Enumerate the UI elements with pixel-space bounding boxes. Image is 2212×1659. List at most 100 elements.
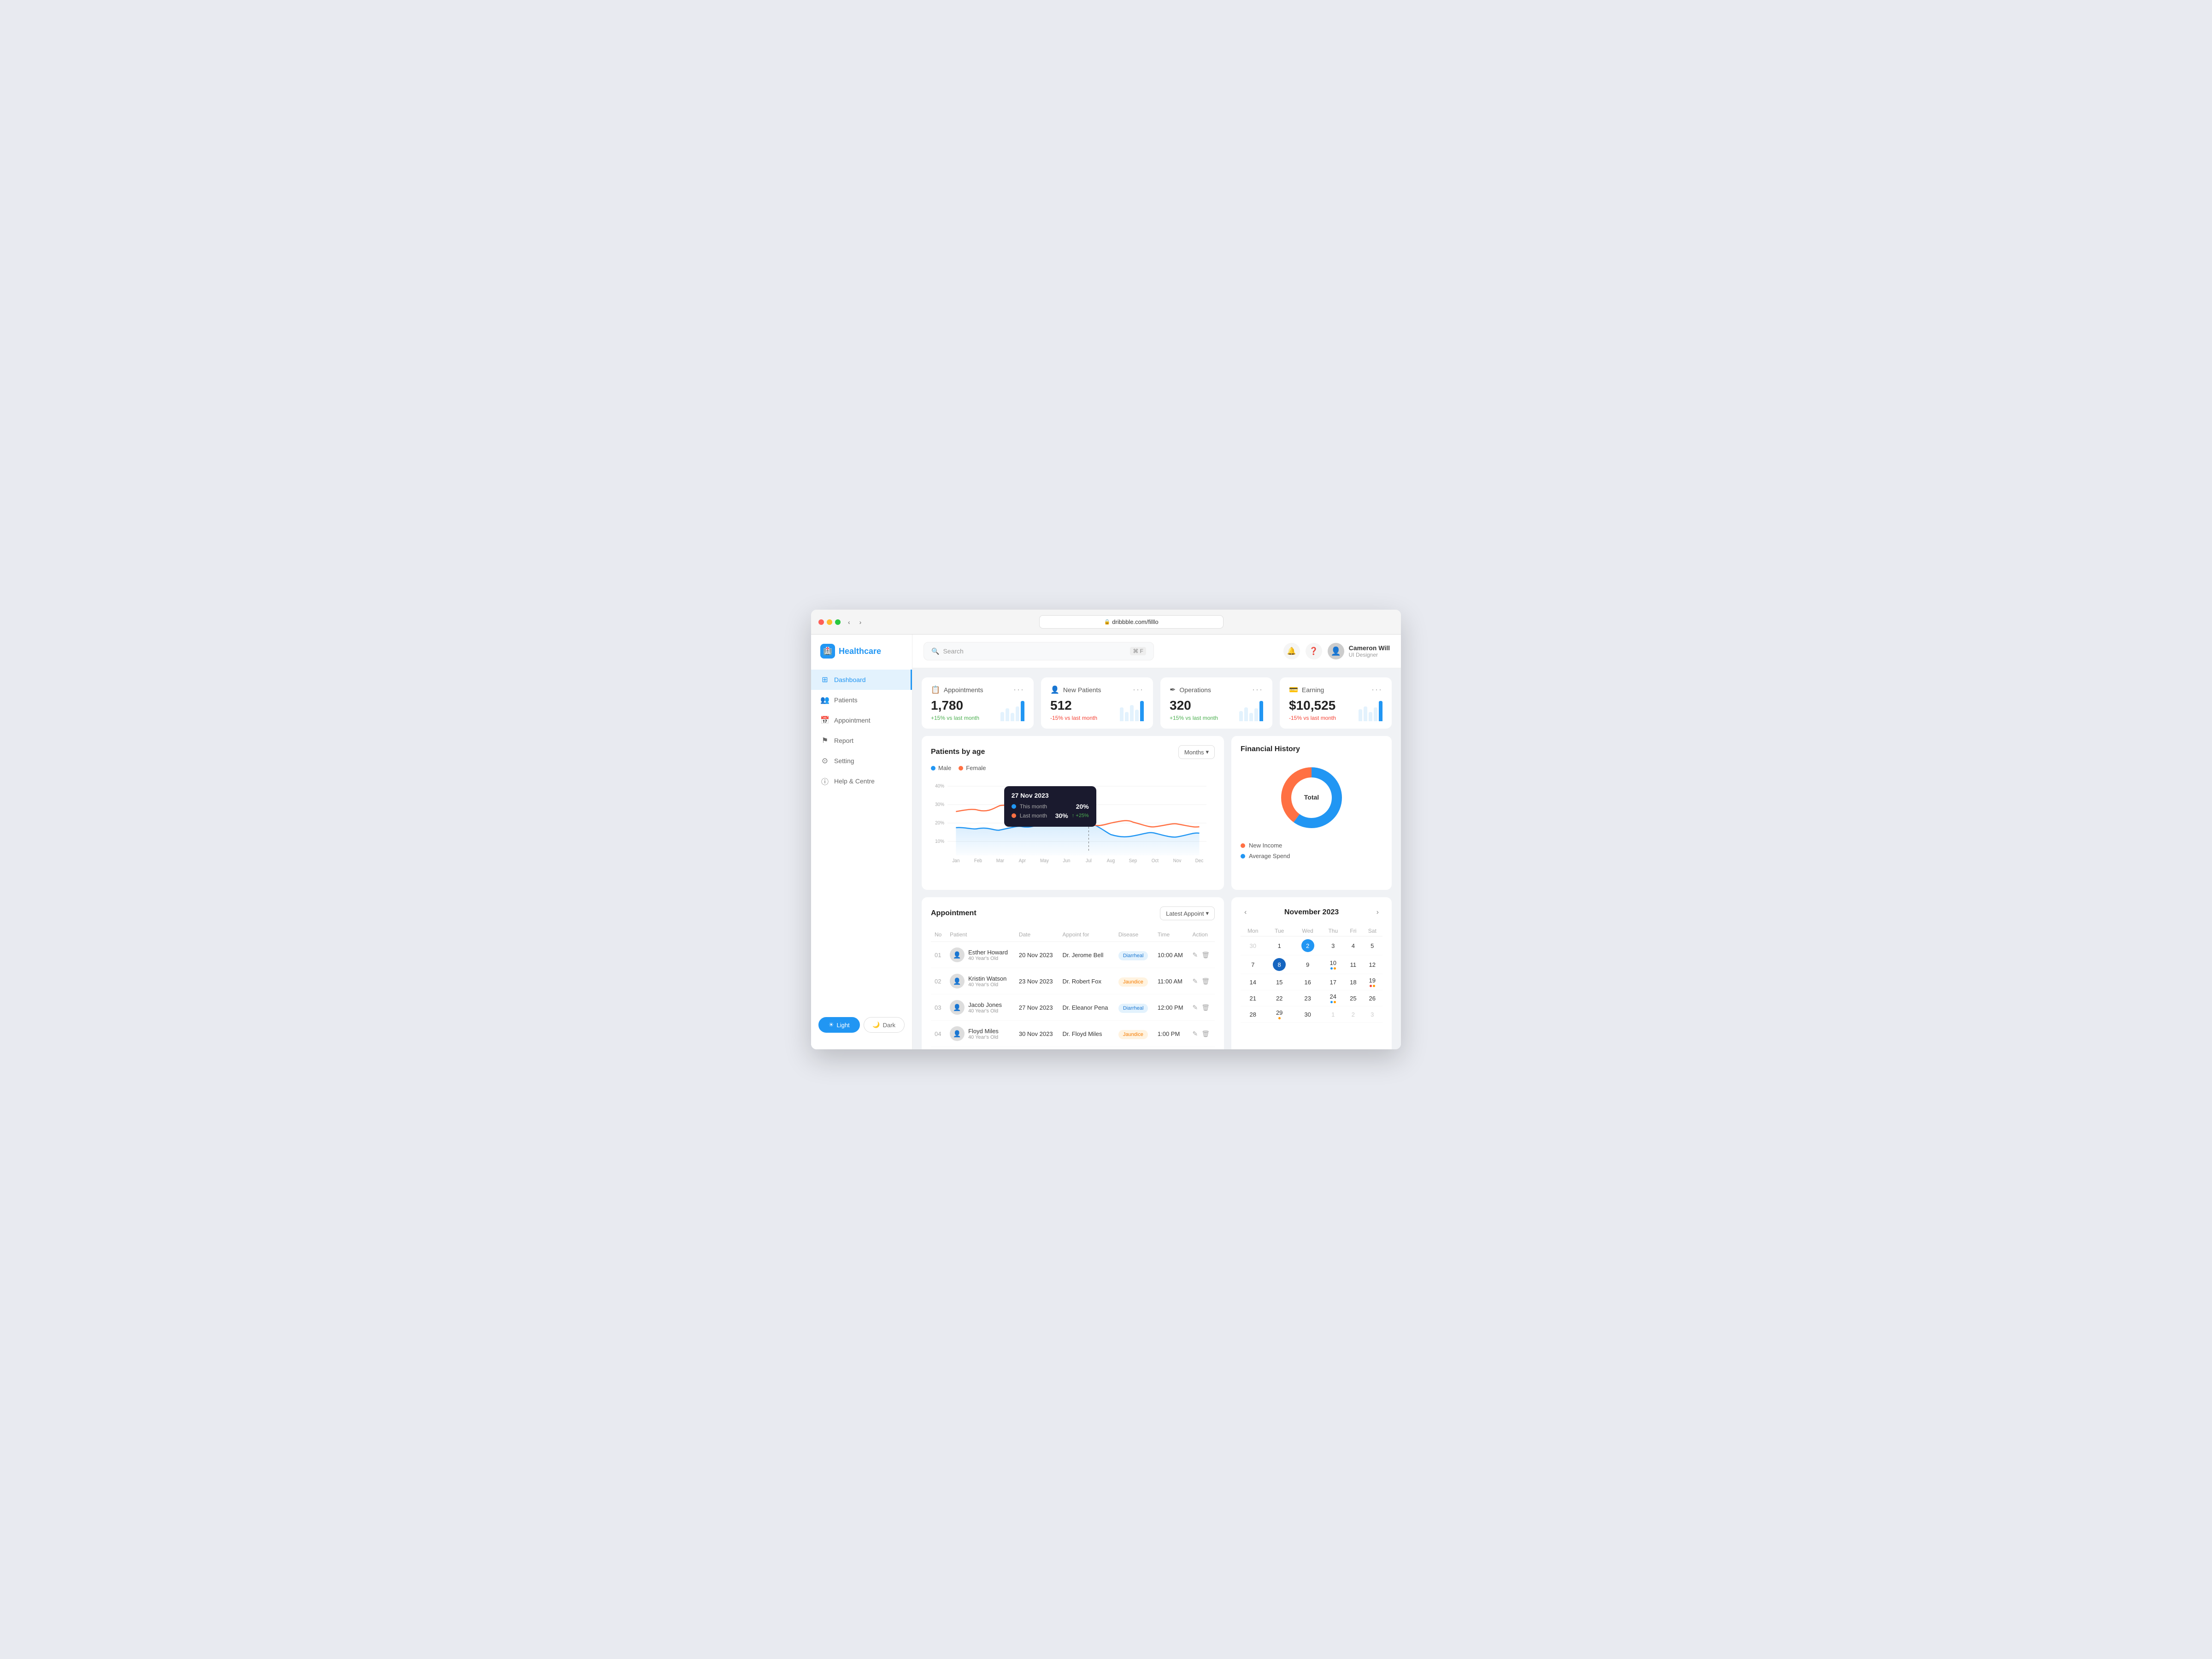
calendar-prev-button[interactable]: ‹ <box>1241 906 1250 918</box>
calendar-day[interactable]: 4 <box>1344 936 1362 955</box>
calendar-day[interactable]: 3 <box>1322 936 1344 955</box>
calendar-day[interactable]: 5 <box>1362 936 1382 955</box>
dark-theme-button[interactable]: 🌙 Dark <box>864 1017 905 1033</box>
close-traffic-light[interactable] <box>818 619 824 625</box>
calendar-day[interactable]: 18 <box>1344 974 1362 990</box>
search-bar[interactable]: 🔍 Search ⌘ F <box>924 642 1154 660</box>
earning-more-button[interactable]: ··· <box>1371 685 1382 694</box>
calendar-dot <box>1330 1001 1333 1003</box>
latest-appoint-label: Latest Appoint <box>1166 910 1204 917</box>
forward-button[interactable]: › <box>858 617 864 628</box>
calendar-day[interactable]: 14 <box>1241 974 1265 990</box>
calendar-day-number: 16 <box>1304 979 1311 986</box>
calendar-day[interactable]: 1 <box>1265 936 1293 955</box>
calendar-day-number: 9 <box>1306 961 1309 968</box>
calendar-selected: 8 <box>1273 958 1286 971</box>
tooltip-dot-orange <box>1012 813 1016 818</box>
legend-male: Male <box>931 765 951 771</box>
calendar-day[interactable]: 29 <box>1265 1006 1293 1023</box>
patient-name: Kristin Watson <box>968 975 1006 982</box>
calendar-day[interactable]: 30 <box>1294 1006 1322 1023</box>
calendar-day[interactable]: 9 <box>1294 955 1322 974</box>
disease-badge: Diarrheal <box>1118 951 1148 960</box>
sidebar-item-appointment[interactable]: 📅 Appointment <box>811 710 912 730</box>
calendar-day[interactable]: 2 <box>1344 1006 1362 1023</box>
calendar-day[interactable]: 21 <box>1241 990 1265 1006</box>
calendar-day[interactable]: 15 <box>1265 974 1293 990</box>
female-legend-dot <box>959 766 963 771</box>
back-button[interactable]: ‹ <box>846 617 852 628</box>
calendar-day[interactable]: 3 <box>1362 1006 1382 1023</box>
operations-chart <box>1239 698 1263 721</box>
appointments-more-button[interactable]: ··· <box>1013 685 1024 694</box>
calendar-day[interactable]: 16 <box>1294 974 1322 990</box>
male-legend-label: Male <box>938 765 951 771</box>
help-button[interactable]: ❓ <box>1306 643 1322 659</box>
calendar-day[interactable]: 26 <box>1362 990 1382 1006</box>
sidebar-label-report: Report <box>834 737 853 744</box>
calendar-day-number: 1 <box>1278 942 1281 949</box>
edit-button[interactable]: ✎ <box>1192 951 1198 959</box>
latest-appoint-filter-button[interactable]: Latest Appoint ▾ <box>1160 906 1215 920</box>
patient-age: 40 Year's Old <box>968 982 1006 988</box>
sidebar-item-setting[interactable]: ⊙ Setting <box>811 751 912 771</box>
new-patients-more-button[interactable]: ··· <box>1133 685 1144 694</box>
calendar-day[interactable]: 19 <box>1362 974 1382 990</box>
light-theme-button[interactable]: ☀ Light <box>818 1017 860 1033</box>
row-doctor: Dr. Floyd Miles <box>1059 1021 1115 1047</box>
calendar-day[interactable]: 12 <box>1362 955 1382 974</box>
minimize-traffic-light[interactable] <box>827 619 832 625</box>
calendar-day[interactable]: 17 <box>1322 974 1344 990</box>
avg-spend-label: Average Spend <box>1241 853 1382 859</box>
user-text: Cameron Will UI Designer <box>1349 644 1390 658</box>
row-disease: Diarrheal <box>1115 994 1154 1021</box>
svg-text:Jan: Jan <box>952 859 959 864</box>
sidebar-item-report[interactable]: ⚑ Report <box>811 730 912 751</box>
url-bar[interactable]: 🔒 dribbble.com/filllo <box>1039 615 1224 629</box>
calendar-dot <box>1278 1017 1281 1019</box>
calendar-day[interactable]: 11 <box>1344 955 1362 974</box>
edit-button[interactable]: ✎ <box>1192 977 1198 985</box>
donut-total-label: Total <box>1304 794 1319 801</box>
calendar-day[interactable]: 30 <box>1241 936 1265 955</box>
edit-button[interactable]: ✎ <box>1192 1030 1198 1038</box>
calendar-day-number: 29 <box>1276 1009 1282 1016</box>
delete-button[interactable]: 🗑 <box>1201 977 1210 985</box>
maximize-traffic-light[interactable] <box>835 619 841 625</box>
financial-title: Financial History <box>1241 745 1300 753</box>
delete-button[interactable]: 🗑 <box>1201 951 1210 959</box>
calendar-day-number: 14 <box>1250 979 1256 986</box>
financial-card: Financial History Total <box>1231 736 1392 890</box>
sidebar-item-patients[interactable]: 👥 Patients <box>811 690 912 710</box>
row-patient: 👤 Kristin Watson 40 Year's Old <box>946 968 1015 994</box>
edit-button[interactable]: ✎ <box>1192 1004 1198 1012</box>
calendar-day[interactable]: 2 <box>1294 936 1322 955</box>
patient-name: Floyd Miles <box>968 1028 999 1035</box>
calendar-day[interactable]: 24 <box>1322 990 1344 1006</box>
disease-badge: Jaundice <box>1118 1030 1148 1039</box>
calendar-day[interactable]: 23 <box>1294 990 1322 1006</box>
delete-button[interactable]: 🗑 <box>1201 1030 1210 1038</box>
notification-button[interactable]: 🔔 <box>1283 643 1300 659</box>
calendar-day[interactable]: 10 <box>1322 955 1344 974</box>
sidebar-item-help[interactable]: ⓘ Help & Centre <box>811 771 912 791</box>
content-area: 📋 Appointments ··· 1,780 +15% vs last mo… <box>912 668 1401 1049</box>
calendar-day[interactable]: 22 <box>1265 990 1293 1006</box>
operations-more-button[interactable]: ··· <box>1252 685 1263 694</box>
calendar-day[interactable]: 8 <box>1265 955 1293 974</box>
sidebar-item-dashboard[interactable]: ⊞ Dashboard <box>811 670 912 690</box>
calendar-day-header: Thu <box>1322 926 1344 936</box>
calendar-day[interactable]: 7 <box>1241 955 1265 974</box>
calendar-day[interactable]: 1 <box>1322 1006 1344 1023</box>
calendar-other-month-day: 3 <box>1371 1011 1374 1018</box>
delete-button[interactable]: 🗑 <box>1201 1004 1210 1012</box>
operations-stat-title: Operations <box>1179 686 1211 694</box>
calendar-next-button[interactable]: › <box>1373 906 1382 918</box>
calendar-day[interactable]: 25 <box>1344 990 1362 1006</box>
months-filter-button[interactable]: Months ▾ <box>1178 745 1215 759</box>
disease-badge: Jaundice <box>1118 977 1148 987</box>
calendar-day[interactable]: 28 <box>1241 1006 1265 1023</box>
row-time: 1:00 PM <box>1154 1021 1189 1047</box>
svg-text:Mar: Mar <box>996 859 1005 864</box>
svg-text:Feb: Feb <box>974 859 982 864</box>
